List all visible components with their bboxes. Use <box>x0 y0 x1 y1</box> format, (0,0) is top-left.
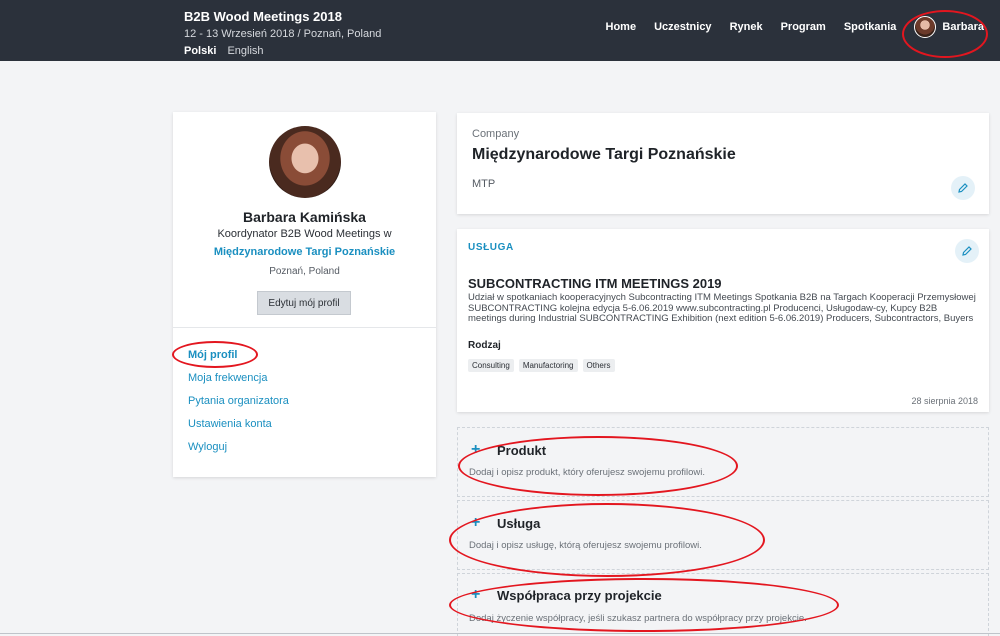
page-bottom-edge <box>0 633 1000 634</box>
pencil-icon <box>958 183 968 193</box>
service-kind-label: USŁUGA <box>468 242 514 253</box>
nav-program[interactable]: Program <box>781 21 826 33</box>
edit-company-button[interactable] <box>951 176 975 200</box>
tag-others: Others <box>582 359 615 372</box>
service-description: Udział w spotkaniach kooperacyjnych Subc… <box>468 292 976 324</box>
profile-role: Koordynator B2B Wood Meetings w <box>217 228 392 240</box>
service-type-label: Rodzaj <box>468 340 501 351</box>
profile-company-link[interactable]: Międzynarodowe Targi Poznańskie <box>173 246 436 258</box>
top-bar: B2B Wood Meetings 2018 12 - 13 Wrzesień … <box>0 0 1000 61</box>
language-switcher: Polski English <box>184 44 381 58</box>
nav-uczestnicy[interactable]: Uczestnicy <box>654 21 711 33</box>
event-brand: B2B Wood Meetings 2018 12 - 13 Wrzesień … <box>184 9 381 58</box>
profile-card: Barbara Kamińska Koordynator B2B Wood Me… <box>173 112 436 477</box>
pencil-icon <box>962 246 972 256</box>
annotation-circle-cooperation <box>449 578 839 632</box>
tag-manufactoring: Manufactoring <box>518 359 578 372</box>
nav-rynek[interactable]: Rynek <box>730 21 763 33</box>
event-title[interactable]: B2B Wood Meetings 2018 <box>184 9 381 25</box>
company-card: Company Międzynarodowe Targi Poznańskie … <box>457 113 989 214</box>
nav-spotkania[interactable]: Spotkania <box>844 21 897 33</box>
annotation-circle-user <box>902 10 988 58</box>
edit-profile-button[interactable]: Edytuj mój profil <box>257 291 351 315</box>
company-short-name: MTP <box>472 178 496 190</box>
annotation-circle-my-profile <box>172 341 258 368</box>
lang-english[interactable]: English <box>227 45 263 57</box>
service-card: USŁUGA SUBCONTRACTING ITM MEETINGS 2019 … <box>457 229 989 412</box>
profile-name: Barbara Kamińska <box>243 209 366 225</box>
event-subtitle: 12 - 13 Wrzesień 2018 / Poznań, Poland <box>184 28 382 40</box>
menu-account-settings[interactable]: Ustawienia konta <box>188 417 289 440</box>
profile-photo <box>269 126 341 198</box>
company-name: Międzynarodowe Targi Poznańskie <box>472 146 736 163</box>
profile-city: Poznań, Poland <box>269 266 340 277</box>
annotation-circle-service <box>449 503 765 577</box>
nav-home[interactable]: Home <box>606 21 637 33</box>
divider <box>173 327 436 328</box>
service-date: 28 sierpnia 2018 <box>911 396 978 406</box>
menu-logout[interactable]: Wyloguj <box>188 440 289 463</box>
lang-polski[interactable]: Polski <box>184 45 216 57</box>
service-tags: Consulting Manufactoring Others <box>468 359 620 372</box>
company-label: Company <box>472 128 520 140</box>
annotation-circle-product <box>458 436 738 496</box>
tag-consulting: Consulting <box>468 359 514 372</box>
service-title: SUBCONTRACTING ITM MEETINGS 2019 <box>468 276 722 291</box>
menu-attendance[interactable]: Moja frekwencja <box>188 371 289 394</box>
edit-service-button[interactable] <box>955 239 979 263</box>
menu-organizer-questions[interactable]: Pytania organizatora <box>188 394 289 417</box>
